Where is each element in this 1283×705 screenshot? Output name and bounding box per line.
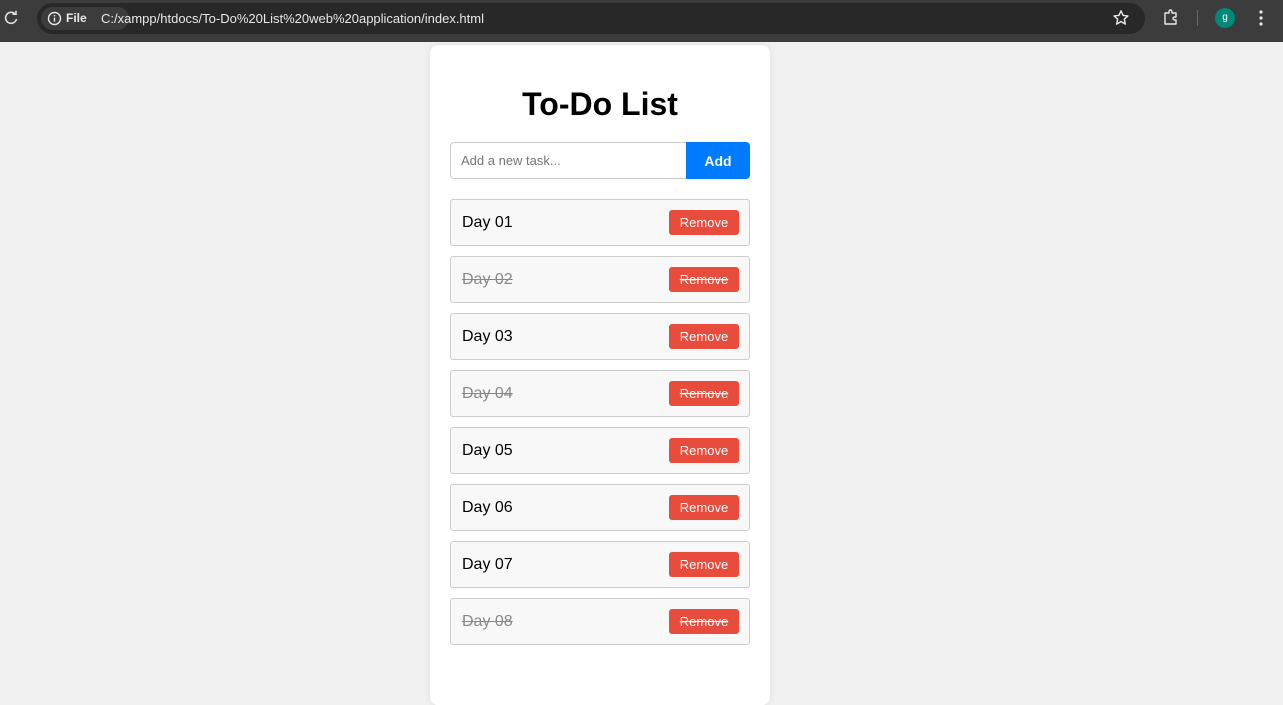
remove-task-button[interactable]: Remove [669,609,739,634]
remove-task-button[interactable]: Remove [669,267,739,292]
remove-task-button[interactable]: Remove [669,381,739,406]
task-item[interactable]: Day 08 Remove [450,598,750,645]
site-chip-label: File [66,11,87,25]
task-list: Day 01 Remove Day 02 Remove Day 03 Remove Day … [450,199,750,655]
page-title: To-Do List [522,86,678,122]
task-item[interactable]: Day 01 Remove [450,199,750,246]
extensions-icon[interactable] [1162,8,1180,26]
task-item[interactable]: Day 03 Remove [450,313,750,360]
task-text[interactable]: Day 01 [462,214,513,232]
task-item[interactable]: Day 02 Remove [450,256,750,303]
bookmark-star-icon[interactable] [1112,9,1130,27]
info-icon [47,11,62,26]
task-text[interactable]: Day 06 [462,499,513,517]
url-text[interactable]: C:/xampp/htdocs/To-Do%20List%20web%20app… [101,11,484,26]
task-text[interactable]: Day 02 [462,271,513,289]
task-item[interactable]: Day 05 Remove [450,427,750,474]
task-item[interactable]: Day 04 Remove [450,370,750,417]
browser-toolbar: File C:/xampp/htdocs/To-Do%20List%20web%… [0,0,1283,42]
task-item[interactable]: Day 07 Remove [450,541,750,588]
task-text[interactable]: Day 03 [462,328,513,346]
reload-icon[interactable] [3,10,19,26]
page-body: To-Do List Add Day 01RemoveDay 02RemoveD… [0,42,1283,705]
task-item[interactable]: Day 06 Remove [450,484,750,531]
task-text[interactable]: Day 08 [462,613,513,631]
add-task-button[interactable]: Add [686,142,750,179]
kebab-menu-icon[interactable] [1253,9,1269,27]
remove-task-button[interactable]: Remove [669,552,739,577]
remove-task-button[interactable]: Remove [669,495,739,520]
task-text[interactable]: Day 04 [462,385,513,403]
todo-card: To-Do List Add Day 01RemoveDay 02RemoveD… [430,45,770,705]
new-task-input[interactable] [450,142,686,179]
profile-avatar[interactable]: g [1215,8,1235,28]
address-bar[interactable]: File C:/xampp/htdocs/To-Do%20List%20web%… [37,3,1145,34]
toolbar-divider [1197,10,1198,26]
task-text[interactable]: Day 07 [462,556,513,574]
remove-task-button[interactable]: Remove [669,210,739,235]
task-text[interactable]: Day 05 [462,442,513,460]
remove-task-button[interactable]: Remove [669,438,739,463]
remove-task-button[interactable]: Remove [669,324,739,349]
